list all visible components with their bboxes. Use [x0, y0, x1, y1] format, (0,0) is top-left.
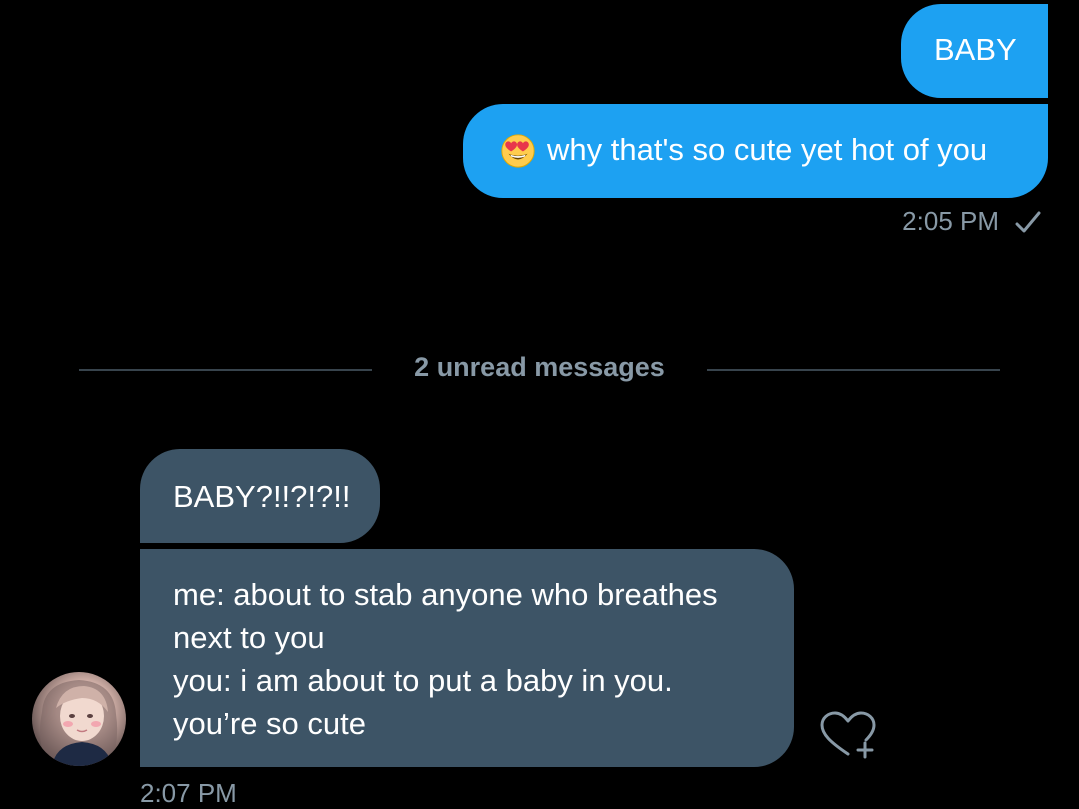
message-text: BABY [934, 32, 1017, 67]
received-message-bubble[interactable]: me: about to stab anyone who breathes ne… [140, 549, 794, 767]
message-line: you’re so cute [173, 706, 366, 741]
message-line: me: about to stab anyone who breathes [173, 577, 718, 612]
received-message-bubble[interactable]: BABY?!!?!?!! [140, 449, 380, 543]
message-line: next to you [173, 620, 325, 655]
avatar-image [40, 680, 118, 766]
divider-line [707, 369, 1000, 371]
sent-message-bubble[interactable]: BABY [901, 4, 1048, 98]
sender-avatar[interactable] [32, 672, 126, 766]
checkmark-icon [1015, 211, 1041, 232]
message-line: you: i am about to put a baby in you. [173, 663, 673, 698]
sent-message-bubble[interactable]: why that's so cute yet hot of you [463, 104, 1048, 198]
divider-line [79, 369, 372, 371]
message-text: why that's so cute yet hot of you [547, 132, 988, 167]
heart-plus-icon[interactable] [818, 710, 878, 760]
message-text: BABY?!!?!?!! [173, 479, 351, 514]
received-message-timestamp: 2:07 PM [140, 778, 237, 808]
unread-divider-label: 2 unread messages [414, 352, 665, 382]
timestamp: 2:05 PM [902, 206, 999, 236]
sent-message-meta: 2:05 PM [902, 206, 1043, 237]
heart-eyes-emoji-icon [501, 134, 535, 168]
